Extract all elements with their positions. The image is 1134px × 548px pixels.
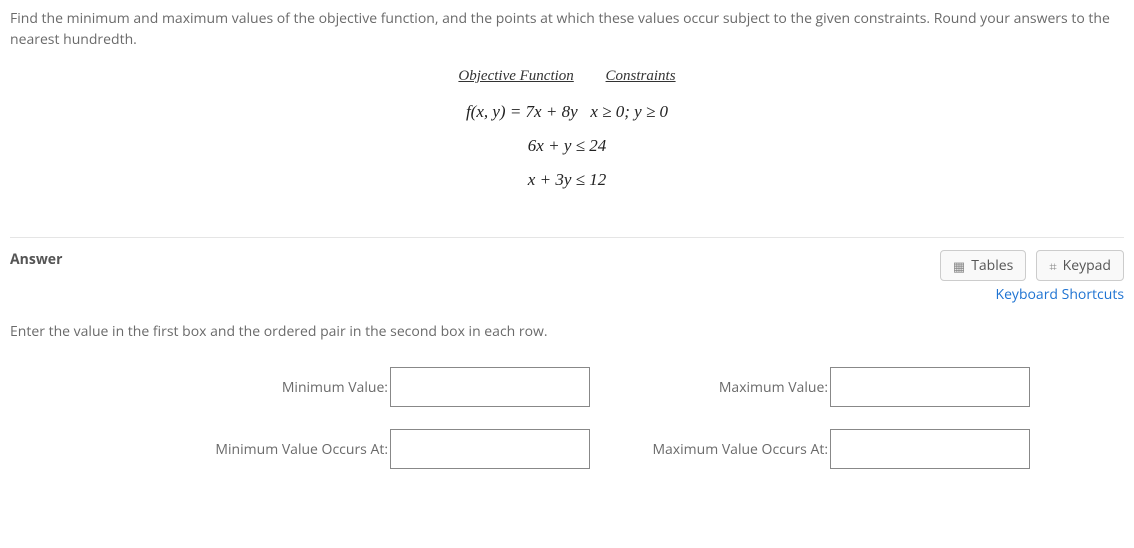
- answer-tools: ▦ Tables ⌗ Keypad: [940, 250, 1124, 281]
- math-line-2: 6x + y ≤ 24: [10, 129, 1124, 163]
- maximum-value-label: Maximum Value:: [630, 378, 830, 397]
- section-divider: [10, 237, 1124, 238]
- tables-button-label: Tables: [971, 256, 1013, 275]
- math-line-3: x + 3y ≤ 12: [10, 163, 1124, 197]
- answer-heading: Answer: [10, 250, 62, 269]
- keypad-icon: ⌗: [1049, 257, 1056, 275]
- question-prompt: Find the minimum and maximum values of t…: [10, 8, 1124, 50]
- keypad-button-label: Keypad: [1063, 256, 1111, 275]
- objective-function-header: Objective Function: [458, 68, 573, 84]
- math-line-1: f(x, y) = 7x + 8y x ≥ 0; y ≥ 0: [10, 95, 1124, 129]
- keyboard-shortcuts-link[interactable]: Keyboard Shortcuts: [996, 285, 1125, 304]
- keypad-button[interactable]: ⌗ Keypad: [1036, 250, 1124, 281]
- minimum-value-label: Minimum Value:: [10, 378, 390, 397]
- answer-form: Minimum Value: Maximum Value: Minimum Va…: [10, 367, 1124, 469]
- maximum-occurs-at-label: Maximum Value Occurs At:: [630, 440, 830, 459]
- tables-button[interactable]: ▦ Tables: [940, 250, 1026, 281]
- minimum-occurs-at-label: Minimum Value Occurs At:: [10, 440, 390, 459]
- minimum-occurs-at-input[interactable]: [390, 429, 590, 469]
- tables-icon: ▦: [953, 257, 965, 275]
- minimum-value-input[interactable]: [390, 367, 590, 407]
- maximum-occurs-at-input[interactable]: [830, 429, 1030, 469]
- answer-instruction: Enter the value in the first box and the…: [10, 322, 1124, 341]
- constraints-header: Constraints: [606, 68, 676, 84]
- maximum-value-input[interactable]: [830, 367, 1030, 407]
- math-block: Objective Function Constraints f(x, y) =…: [10, 68, 1124, 197]
- math-column-headers: Objective Function Constraints: [10, 68, 1124, 85]
